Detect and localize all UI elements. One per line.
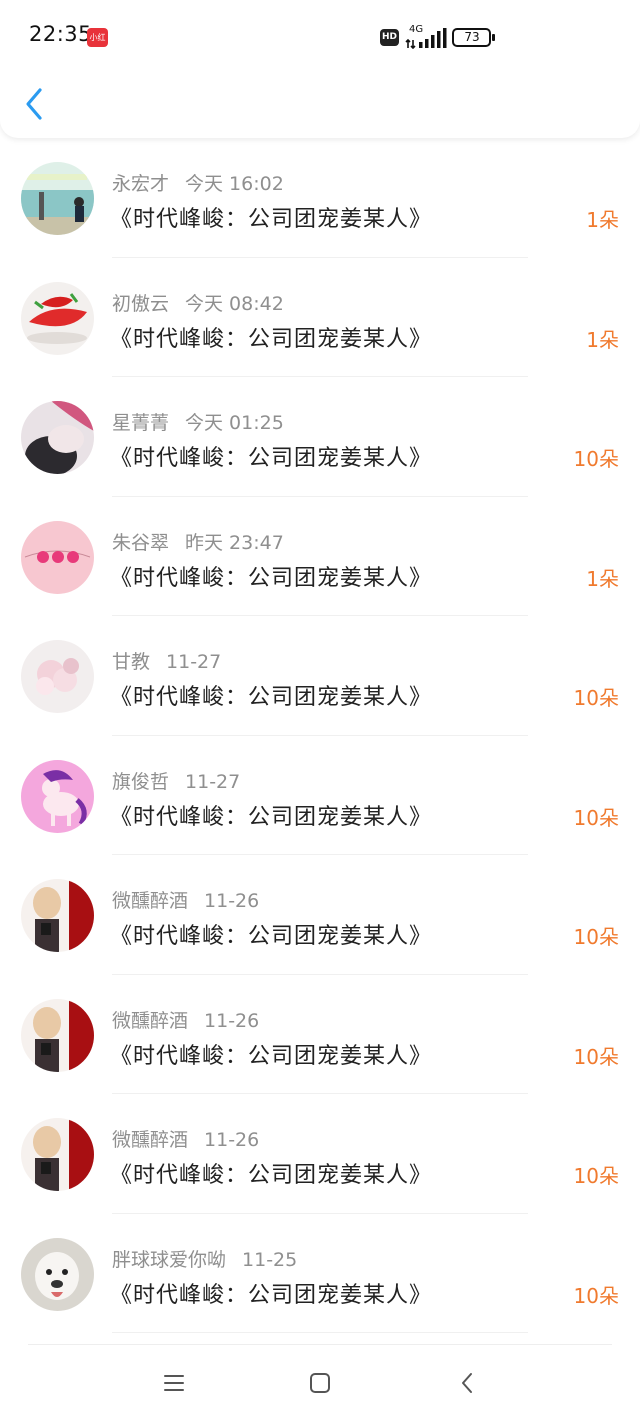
home-square-icon <box>310 1373 330 1393</box>
system-nav-bar <box>0 1346 640 1422</box>
gift-time: 11-26 <box>204 1129 260 1151</box>
book-title: 《时代峰峻：公司团宠姜某人》 <box>110 924 433 949</box>
sender-line: 初傲云 今天 08:42 <box>112 289 284 316</box>
gift-record-row[interactable]: 胖球球爱你呦 11-25 《时代峰峻：公司团宠姜某人》 10朵 <box>0 1214 640 1333</box>
gift-record-row[interactable]: 微醺醉酒 11-26 《时代峰峻：公司团宠姜某人》 10朵 <box>0 975 640 1094</box>
sender-name: 星菁菁 <box>112 412 170 434</box>
gift-amount: 1朵 <box>586 566 619 591</box>
sender-line: 微醺醉酒 11-26 <box>112 1006 259 1033</box>
sender-name: 朱谷翠 <box>112 531 170 554</box>
book-title: 《时代峰峻：公司团宠姜某人》 <box>110 1282 433 1308</box>
sender-line: 微醺醉酒 11-26 <box>112 886 259 913</box>
sender-name: 微醺醉酒 <box>112 890 189 912</box>
hd-badge: HD <box>380 29 399 46</box>
gift-time: 11-26 <box>204 1009 260 1032</box>
gift-record-row[interactable]: 旗俊哲 11-27 《时代峰峻：公司团宠姜某人》 10朵 <box>0 736 640 855</box>
gift-record-row[interactable]: 微醺醉酒 11-26 《时代峰峻：公司团宠姜某人》 10朵 <box>0 855 640 975</box>
gift-record-row[interactable]: 微醺醉酒 11-26 《时代峰峻：公司团宠姜某人》 10朵 <box>0 1094 640 1214</box>
avatar[interactable] <box>21 401 94 474</box>
book-title: 《时代峰峻：公司团宠姜某人》 <box>110 1163 433 1188</box>
gift-amount: 1朵 <box>586 327 619 352</box>
system-back-button[interactable] <box>452 1368 482 1398</box>
book-title: 《时代峰峻：公司团宠姜某人》 <box>110 565 433 591</box>
gift-record-row[interactable]: 初傲云 今天 08:42 《时代峰峻：公司团宠姜某人》 1朵 <box>0 258 640 377</box>
status-time: 22:35 <box>29 22 93 46</box>
gift-time: 11-27 <box>166 651 222 673</box>
signal-icon <box>405 28 447 49</box>
avatar[interactable] <box>21 998 94 1072</box>
gift-amount: 10朵 <box>573 447 619 471</box>
gift-records-page: 22:35 小红书 HD 4G 73 永宏才 <box>0 0 640 1422</box>
gift-amount: 10朵 <box>573 805 619 830</box>
menu-icon <box>164 1375 184 1391</box>
sender-line: 旗俊哲 11-27 <box>112 767 240 794</box>
gift-amount: 1朵 <box>586 208 619 232</box>
book-title: 《时代峰峻：公司团宠姜某人》 <box>110 207 433 232</box>
status-bar: 22:35 小红书 HD 4G 73 <box>0 0 640 76</box>
avatar[interactable] <box>21 879 94 952</box>
avatar[interactable] <box>21 640 94 713</box>
avatar[interactable] <box>21 520 94 594</box>
sender-name: 永宏才 <box>112 173 170 195</box>
sender-line: 永宏才 今天 16:02 <box>112 169 284 196</box>
sender-line: 朱谷翠 昨天 23:47 <box>112 528 284 555</box>
gift-amount: 10朵 <box>573 1164 619 1188</box>
gift-time: 今天 16:02 <box>185 173 284 195</box>
sender-name: 胖球球爱你呦 <box>112 1248 227 1271</box>
sender-name: 旗俊哲 <box>112 770 170 793</box>
book-title: 《时代峰峻：公司团宠姜某人》 <box>110 804 433 830</box>
sender-name: 初傲云 <box>112 292 170 315</box>
sender-line: 甘教 11-27 <box>112 647 221 674</box>
gift-time: 11-26 <box>204 890 260 912</box>
back-button[interactable] <box>18 84 54 124</box>
row-divider <box>112 1332 528 1333</box>
gift-time: 今天 01:25 <box>185 412 284 434</box>
sender-name: 甘教 <box>112 651 151 673</box>
gift-amount: 10朵 <box>573 686 619 710</box>
gift-amount: 10朵 <box>573 1044 619 1069</box>
home-button[interactable] <box>305 1368 335 1398</box>
gift-record-row[interactable]: 朱谷翠 昨天 23:47 《时代峰峻：公司团宠姜某人》 1朵 <box>0 497 640 616</box>
menu-button[interactable] <box>159 1368 189 1398</box>
sender-name: 微醺醉酒 <box>112 1129 189 1151</box>
avatar[interactable] <box>21 1118 94 1191</box>
gift-time: 11-27 <box>185 770 241 793</box>
gift-record-row[interactable]: 甘教 11-27 《时代峰峻：公司团宠姜某人》 10朵 <box>0 616 640 736</box>
gift-time: 11-25 <box>242 1248 298 1271</box>
avatar[interactable] <box>21 162 94 235</box>
avatar[interactable] <box>21 1237 94 1311</box>
nav-divider <box>28 1344 612 1345</box>
battery-level: 73 <box>464 30 480 44</box>
gift-record-list: 永宏才 今天 16:02 《时代峰峻：公司团宠姜某人》 1朵 初傲云 今天 08:42 《时… <box>0 138 640 1333</box>
book-title: 《时代峰峻：公司团宠姜某人》 <box>110 1043 433 1069</box>
sender-name: 微醺醉酒 <box>112 1009 189 1032</box>
app-notification-icon: 小红书 <box>87 28 108 47</box>
sender-line: 星菁菁 今天 01:25 <box>112 408 284 435</box>
book-title: 《时代峰峻：公司团宠姜某人》 <box>110 446 433 471</box>
gift-time: 今天 08:42 <box>185 292 284 315</box>
chevron-left-icon <box>26 88 42 120</box>
gift-record-row[interactable]: 星菁菁 今天 01:25 《时代峰峻：公司团宠姜某人》 10朵 <box>0 377 640 497</box>
gift-time: 昨天 23:47 <box>185 531 284 554</box>
avatar[interactable] <box>21 759 94 833</box>
gift-record-row[interactable]: 永宏才 今天 16:02 《时代峰峻：公司团宠姜某人》 1朵 <box>0 138 640 258</box>
back-triangle-icon <box>462 1373 472 1393</box>
sender-line: 胖球球爱你呦 11-25 <box>112 1245 297 1272</box>
sender-line: 微醺醉酒 11-26 <box>112 1125 259 1152</box>
header-card: 22:35 小红书 HD 4G 73 <box>0 0 640 138</box>
gift-amount: 10朵 <box>573 925 619 949</box>
avatar[interactable] <box>21 281 94 355</box>
gift-amount: 10朵 <box>573 1283 619 1308</box>
book-title: 《时代峰峻：公司团宠姜某人》 <box>110 326 433 352</box>
book-title: 《时代峰峻：公司团宠姜某人》 <box>110 685 433 710</box>
